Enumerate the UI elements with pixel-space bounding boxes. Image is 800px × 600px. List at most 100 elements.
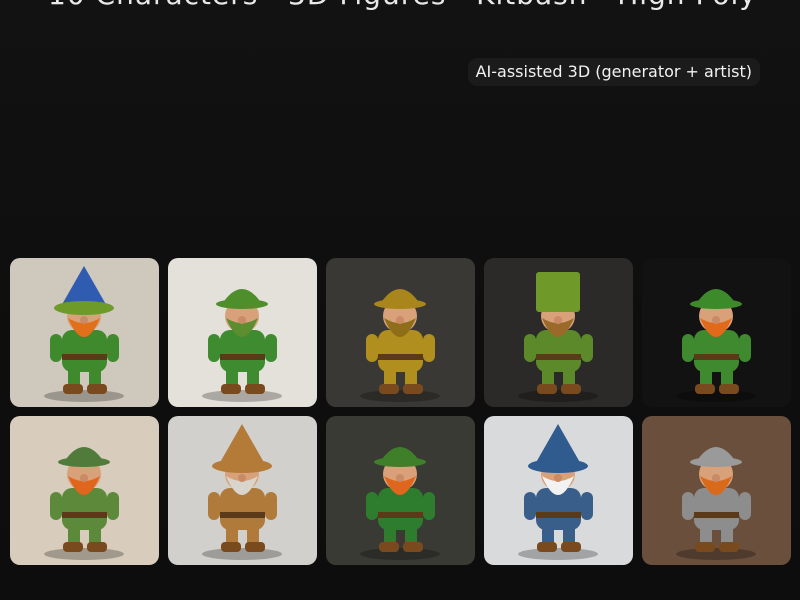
figure-boot-left [63, 542, 83, 552]
figure-boot-right [719, 384, 739, 394]
figure-arm-right [423, 492, 435, 520]
figure-hat-brim [212, 459, 272, 473]
figure-nose [554, 316, 562, 324]
figure-9-image [484, 416, 633, 565]
figure-gallery [10, 258, 791, 565]
figure-shadow [360, 390, 440, 402]
figure-6-image [10, 416, 159, 565]
figure-shadow [44, 390, 124, 402]
figure-arm-left [208, 334, 220, 362]
figure-arm-left [50, 334, 62, 362]
figure-shadow [518, 390, 598, 402]
figure-nose [712, 316, 720, 324]
figure-7-image [168, 416, 317, 565]
figure-arm-left [524, 334, 536, 362]
figure-boot-right [403, 542, 423, 552]
figure-boot-right [561, 384, 581, 394]
gallery-item-5[interactable] [642, 258, 791, 407]
figure-hat-brim [374, 299, 426, 309]
figure-belt [694, 354, 739, 360]
figure-arm-right [581, 334, 593, 362]
figure-shadow [202, 390, 282, 402]
gallery-item-6[interactable] [10, 416, 159, 565]
page-title: 10 Characters · 3D Figures · Kitbash · H… [48, 0, 800, 12]
figure-3-image [326, 258, 475, 407]
figure-boot-left [379, 542, 399, 552]
figure-nose [238, 316, 246, 324]
figure-arm-right [581, 492, 593, 520]
figure-arm-left [366, 334, 378, 362]
figure-arm-right [107, 492, 119, 520]
figure-belt [536, 512, 581, 518]
gallery-item-1[interactable] [10, 258, 159, 407]
figure-belt [220, 512, 265, 518]
ai-assisted-badge: AI-assisted 3D (generator + artist) [467, 58, 760, 86]
figure-boot-left [379, 384, 399, 394]
figure-4-image [484, 258, 633, 407]
figure-boot-right [403, 384, 423, 394]
figure-arm-right [739, 492, 751, 520]
figure-boot-right [561, 542, 581, 552]
figure-arm-left [50, 492, 62, 520]
figure-arm-left [682, 492, 694, 520]
figure-nose [554, 474, 562, 482]
figure-shadow [518, 548, 598, 560]
figure-boot-right [87, 384, 107, 394]
figure-nose [396, 316, 404, 324]
figure-arm-right [739, 334, 751, 362]
gallery-item-7[interactable] [168, 416, 317, 565]
figure-arm-left [524, 492, 536, 520]
figure-boot-left [695, 542, 715, 552]
figure-10-image [642, 416, 791, 565]
figure-belt [694, 512, 739, 518]
gallery-item-10[interactable] [642, 416, 791, 565]
figure-belt [378, 354, 423, 360]
figure-block-head [536, 272, 580, 312]
figure-arm-left [682, 334, 694, 362]
gallery-item-4[interactable] [484, 258, 633, 407]
figure-nose [238, 474, 246, 482]
figure-boot-right [87, 542, 107, 552]
gallery-item-2[interactable] [168, 258, 317, 407]
figure-shadow [44, 548, 124, 560]
figure-arm-right [265, 492, 277, 520]
figure-belt [536, 354, 581, 360]
figure-shadow [676, 548, 756, 560]
figure-boot-left [221, 384, 241, 394]
figure-nose [80, 316, 88, 324]
figure-nose [396, 474, 404, 482]
figure-shadow [676, 390, 756, 402]
figure-hat-brim [374, 457, 426, 467]
figure-nose [712, 474, 720, 482]
page-background: 10 Characters · 3D Figures · Kitbash · H… [0, 0, 800, 600]
figure-boot-right [245, 542, 265, 552]
figure-boot-left [221, 542, 241, 552]
figure-boot-right [719, 542, 739, 552]
figure-arm-right [265, 334, 277, 362]
figure-arm-right [107, 334, 119, 362]
figure-arm-right [423, 334, 435, 362]
figure-5-image [642, 258, 791, 407]
gallery-item-3[interactable] [326, 258, 475, 407]
figure-hat-brim [58, 457, 110, 467]
figure-arm-left [208, 492, 220, 520]
gallery-item-8[interactable] [326, 416, 475, 565]
figure-belt [378, 512, 423, 518]
figure-2-image [168, 258, 317, 407]
figure-8-image [326, 416, 475, 565]
figure-1-image [10, 258, 159, 407]
figure-hat-brim [216, 299, 268, 309]
figure-belt [62, 512, 107, 518]
figure-hat-brim [690, 457, 742, 467]
figure-hat-brim [54, 301, 114, 315]
gallery-item-9[interactable] [484, 416, 633, 565]
figure-boot-left [537, 384, 557, 394]
figure-boot-left [695, 384, 715, 394]
figure-shadow [202, 548, 282, 560]
figure-hat-brim [690, 299, 742, 309]
figure-boot-left [537, 542, 557, 552]
figure-boot-right [245, 384, 265, 394]
figure-arm-left [366, 492, 378, 520]
figure-shadow [360, 548, 440, 560]
figure-belt [220, 354, 265, 360]
